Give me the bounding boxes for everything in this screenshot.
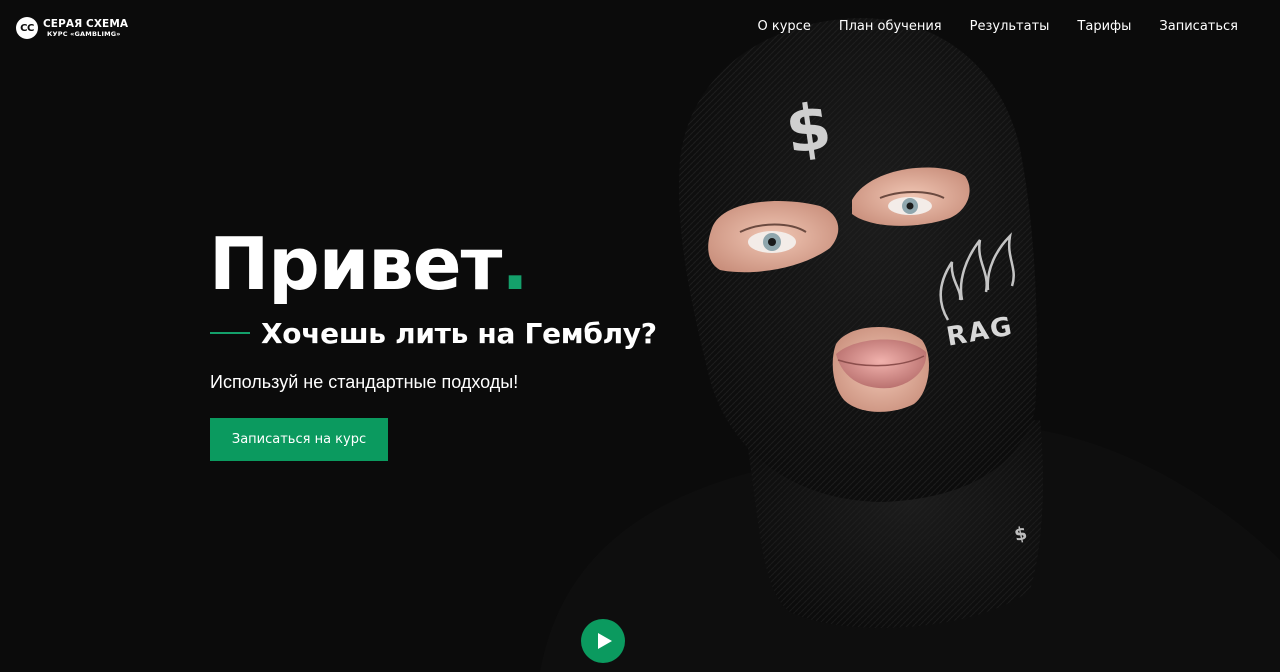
nav-link-curriculum[interactable]: План обучения [839, 18, 942, 35]
signup-course-button[interactable]: Записаться на курс [210, 418, 388, 461]
play-icon [597, 633, 612, 649]
hero-subtitle: Хочешь лить на Гемблу? [261, 316, 657, 350]
brand-subtitle: КУРС «GAMBLIMG» [47, 30, 121, 38]
hero-title: Привет. [209, 222, 529, 306]
brand-text: СЕРАЯ СХЕМА КУРС «GAMBLIMG» [43, 17, 129, 38]
brand-logo[interactable]: СС СЕРАЯ СХЕМА КУРС «GAMBLIMG» [16, 16, 128, 40]
logo-badge-icon: СС [16, 17, 38, 39]
hero-tagline: Используй не стандартные подходы! [210, 372, 519, 392]
site-header: СС СЕРАЯ СХЕМА КУРС «GAMBLIMG» О курсе П… [0, 0, 1280, 56]
brand-title: СЕРАЯ СХЕМА [43, 17, 129, 30]
nav-link-about[interactable]: О курсе [758, 18, 811, 35]
nav-link-results[interactable]: Результаты [970, 18, 1050, 35]
hero-subtitle-row: Хочешь лить на Гемблу? [210, 314, 657, 352]
nav-link-signup[interactable]: Записаться [1159, 18, 1238, 35]
main-nav: О курсе План обучения Результаты Тарифы … [730, 18, 1238, 35]
hero-section: $ RAG $ СС СЕРАЯ СХЕМА КУРС «GAMBLIMG» О… [0, 0, 1280, 672]
nav-link-pricing[interactable]: Тарифы [1077, 18, 1131, 35]
play-video-button[interactable] [581, 619, 625, 663]
hero-title-dot: . [501, 222, 528, 306]
hero-title-text: Привет [209, 222, 502, 306]
subtitle-accent-line [210, 332, 250, 334]
